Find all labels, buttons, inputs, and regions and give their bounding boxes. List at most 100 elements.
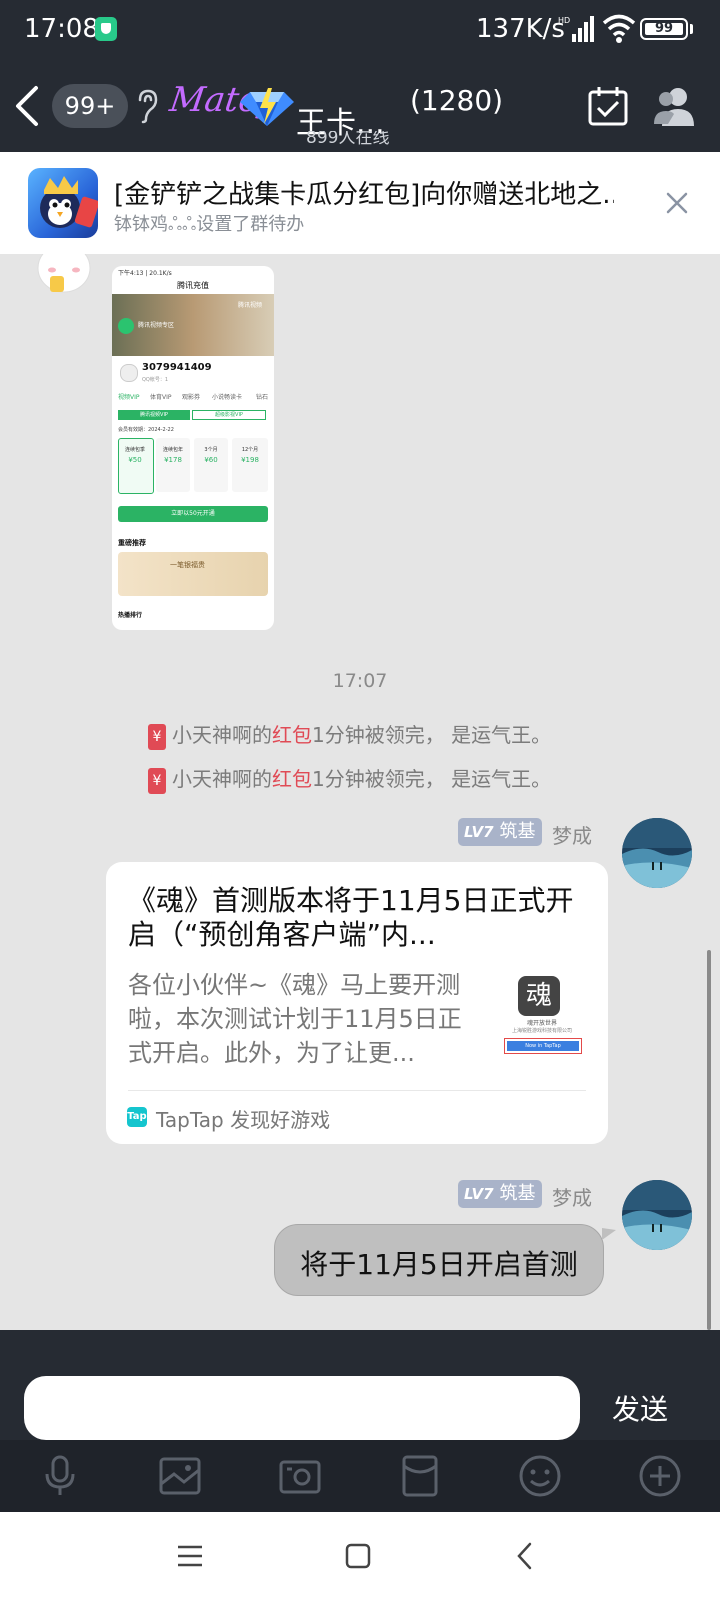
preview-plan-name-0: 连续包季 [124,447,145,453]
card-source: TapTap 发现好游戏 [156,1108,331,1132]
preview-promo [118,552,268,596]
calendar-check-icon[interactable] [586,84,630,128]
system-message-prefix: 小天神啊的 [172,767,272,791]
preview-promo-text: 一笔银福贵 [170,561,205,569]
preview-play-icon [118,318,134,334]
system-message: ¥ 小天神啊的红包1分钟被领完， 是运气王。 [148,763,551,794]
taptap-icon: Tap [127,1107,147,1127]
system-message: ¥ 小天神啊的红包1分钟被领完， 是运气王。 [148,719,551,750]
todo-subtitle: 钵钵鸡ஃஃ设置了群待办 [114,214,305,235]
preview-plan-price-2: ¥60 [204,456,218,464]
preview-section: 重磅推荐 [118,539,146,547]
image-icon[interactable] [158,1454,202,1498]
shared-screenshot-image[interactable]: 下午4:13 | 20.1K/s 腾讯充值 腾讯视频专区 腾讯视频 307994… [112,266,274,630]
wifi-icon [602,14,636,43]
todo-title[interactable]: [金铲铲之战集卡瓜分红包]向你赠送北地之... [114,174,614,211]
avatar[interactable] [622,818,692,888]
preview-footer: 热播排行 [118,612,143,619]
battery-level: 99 [645,22,683,35]
level-label: LV7 [464,823,494,841]
preview-page-title: 腾讯充值 [177,281,209,290]
preview-account-id: 3079941409 [142,362,212,373]
scrollbar[interactable] [707,950,711,1330]
menu-icon[interactable] [170,1536,210,1576]
red-packet-icon[interactable] [398,1454,442,1498]
online-count: 899人在线 [306,131,390,148]
preview-plan-price-1: ¥178 [164,456,182,464]
system-message-suffix: 1分钟被领完， 是运气王。 [312,723,552,747]
preview-cta: 立即以50元开通 [118,506,268,522]
red-packet-link[interactable]: 红包 [272,723,312,747]
system-message-suffix: 1分钟被领完， 是运气王。 [312,767,552,791]
preview-plan-name-2: 3个月 [204,447,218,453]
emoji-icon[interactable] [518,1454,562,1498]
preview-vip-tab-a: 腾讯视频VIP [118,410,190,420]
thumb-button-label: Now in TapTap [507,1041,579,1051]
level-tag: LV7 筑基 [458,1180,542,1208]
chat-toolbar [0,1440,720,1512]
preview-account-sub: QQ帐号：1 [142,377,169,383]
member-count: (1280) [410,84,504,117]
send-button[interactable]: 发送 [600,1388,680,1428]
home-icon[interactable] [338,1536,378,1576]
thumb-company: 上海锐胜游戏科技有限公司 [511,1028,572,1034]
preview-expiry: 会员有效期：2024-2-22 [118,427,174,433]
system-message-prefix: 小天神啊的 [172,723,272,747]
group-members-icon[interactable] [652,84,700,128]
message-input[interactable] [24,1376,580,1440]
red-packet-icon: ¥ [148,723,166,750]
card-thumbnail[interactable]: 魂 魂开放世界 上海锐胜游戏科技有限公司 Now in TapTap [496,972,588,1062]
signal-icon: HD [558,16,594,42]
rank-label: 筑基 [499,1183,536,1204]
rank-label: 筑基 [499,821,536,842]
red-packet-icon: ¥ [148,767,166,794]
svg-text:HD: HD [558,16,570,25]
camera-icon[interactable] [278,1454,322,1498]
preview-status: 下午4:13 | 20.1K/s [118,270,172,277]
sticker-image[interactable] [36,254,92,294]
plus-icon[interactable] [638,1454,682,1498]
preview-banner-brand: 腾讯视频专区 [138,322,175,329]
status-time: 17:08 [24,14,99,44]
preview-tab-3: 小说畅读卡 [212,394,243,401]
preview-tab-4: 钻石 [256,394,269,401]
game-app-icon[interactable] [28,168,98,238]
unread-count-badge[interactable]: 99+ [52,84,128,128]
message-text: 将于11月5日开启首测 [300,1248,578,1281]
preview-tab-2: 观影券 [182,394,201,401]
avatar[interactable] [622,1180,692,1250]
red-packet-link[interactable]: 红包 [272,767,312,791]
preview-plan-name-1: 连续包年 [162,447,183,453]
preview-banner-tag: 腾讯视频 [238,302,263,309]
preview-tab-1: 体育VIP [150,394,172,401]
mic-icon[interactable] [38,1454,82,1498]
close-icon[interactable] [664,190,690,216]
network-speed: 137K/s [476,14,565,44]
back-icon[interactable] [506,1536,546,1576]
earpiece-mode-icon[interactable] [134,88,160,124]
card-title[interactable]: 《魂》首测版本将于11月5日正式开启（“预创角客户端”内... [128,884,586,952]
bubble-tail [602,1228,616,1240]
battery-tip [690,24,693,34]
sender-name[interactable]: 梦成 [552,1182,592,1211]
thumb-download-button: Now in TapTap [504,1038,582,1054]
back-arrow-icon[interactable] [10,84,44,128]
security-shield-icon [95,17,117,41]
level-label: LV7 [464,1185,494,1203]
card-divider [128,1090,586,1091]
preview-plan-name-3: 12个月 [241,447,259,453]
preview-plan-price-3: ¥198 [241,456,259,464]
preview-vip-tab-b: 超级影视VIP [192,410,266,420]
chat-header: 99+ Matey 王卡... (1280) 899人在线 [0,62,720,152]
thumb-caption: 魂开放世界 [526,1020,557,1027]
card-description[interactable]: 各位小伙伴~《魂》马上要开测啦，本次测试计划于11月5日正式开启。此外，为了让更… [128,968,478,1070]
preview-avatar [120,364,138,382]
game-logo: 魂 [518,976,560,1016]
preview-tab-0: 视频VIP [118,394,140,401]
diamond-icon [240,88,294,126]
level-tag: LV7 筑基 [458,818,542,846]
time-separator: 17:07 [332,670,388,692]
battery-icon: 99 [640,18,688,40]
preview-plan-price-0: ¥50 [128,456,142,464]
sender-name[interactable]: 梦成 [552,820,592,849]
